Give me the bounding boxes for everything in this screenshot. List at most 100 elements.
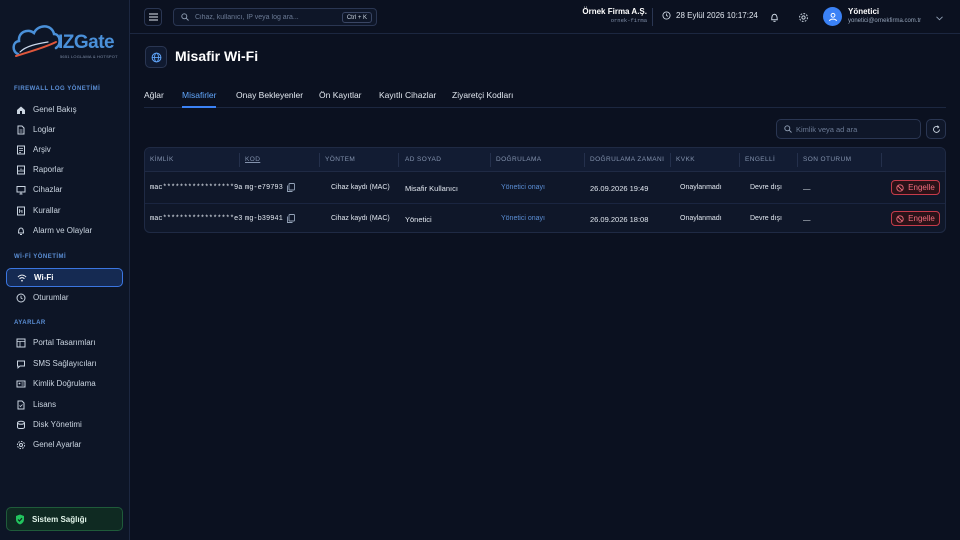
column-header-ad-soyad: AD SOYAD [405, 156, 442, 163]
user-menu-chevron[interactable] [936, 13, 943, 23]
sidebar-item-raporlar[interactable]: Raporlar [6, 160, 123, 179]
cell-ad-soyad: Yönetici [405, 215, 432, 224]
user-email: yonetici@ornekfirma.com.tr [848, 18, 922, 24]
sidebar-item-label: Arşiv [33, 145, 51, 154]
cell-dogrulama: Yönetici onayı [501, 215, 545, 222]
sidebar: IZGate 5651 LOGLAMA & HOTSPOT FIREWALL L… [0, 0, 130, 540]
column-separator [739, 153, 740, 167]
license-icon [16, 400, 26, 410]
block-button-label: Engelle [908, 183, 935, 192]
globe-icon [151, 52, 161, 62]
clock-icon [16, 293, 26, 303]
column-separator [670, 153, 671, 167]
tab-kayitli-cihazlar[interactable]: Kayıtlı Cihazlar [379, 90, 436, 108]
system-health-label: Sistem Sağlığı [32, 514, 87, 524]
tab-on-kayitlar[interactable]: Ön Kayıtlar [319, 90, 362, 108]
column-header-kimlik: KİMLİK [150, 156, 174, 163]
system-health-button[interactable]: Sistem Sağlığı [6, 507, 123, 531]
datetime-display: 28 Eylül 2026 10:17:24 [662, 11, 758, 20]
sidebar-item-arsiv[interactable]: Arşiv [6, 140, 123, 159]
guests-table: KİMLİK KOD YÖNTEM AD SOYAD DOĞRULAMA DOĞ… [144, 147, 946, 233]
company-switcher[interactable]: Örnek Firma A.Ş. ornek-firma [575, 7, 647, 24]
search-shortcut-badge: Ctrl + K [341, 12, 372, 23]
sidebar-item-label: Disk Yönetimi [33, 420, 82, 429]
ban-icon [896, 183, 904, 192]
sidebar-item-cihazlar[interactable]: Cihazlar [6, 180, 123, 199]
bell-icon [16, 226, 26, 236]
logo-text: IZGate [58, 32, 115, 53]
copy-icon [287, 214, 295, 223]
sidebar-item-lisans[interactable]: Lisans [6, 395, 123, 414]
column-header-kod[interactable]: KOD [245, 156, 260, 163]
sidebar-item-portal-tasarimlari[interactable]: Portal Tasarımları [6, 333, 123, 352]
column-header-son-oturum: SON OTURUM [803, 156, 852, 163]
sidebar-item-wifi[interactable]: Wi-Fi [6, 268, 123, 287]
user-menu[interactable]: Yönetici yonetici@ornekfirma.com.tr [848, 7, 921, 24]
column-separator [584, 153, 585, 167]
guest-search-input[interactable] [796, 124, 916, 134]
block-button[interactable]: Engelle [891, 211, 940, 226]
shield-check-icon [15, 514, 25, 525]
sidebar-item-label: Genel Ayarlar [33, 440, 82, 449]
tab-ziyaretci-kodlari[interactable]: Ziyaretçi Kodları [452, 90, 513, 108]
sidebar-item-label: Cihazlar [33, 185, 63, 194]
sidebar-item-oturumlar[interactable]: Oturumlar [6, 288, 123, 307]
disk-icon [16, 420, 26, 430]
global-search[interactable]: Ctrl + K [173, 8, 377, 26]
guest-search[interactable] [776, 119, 921, 139]
refresh-button[interactable] [926, 119, 946, 139]
logo[interactable]: IZGate 5651 LOGLAMA & HOTSPOT [10, 12, 122, 68]
sidebar-item-alarm-ve-olaylar[interactable]: Alarm ve Olaylar [6, 221, 123, 240]
tab-aglar[interactable]: Ağlar [144, 90, 164, 108]
sidebar-item-label: SMS Sağlayıcıları [33, 359, 97, 368]
copy-code-button[interactable] [287, 183, 295, 194]
section-title-firewall: FIREWALL LOG YÖNETİMİ [14, 86, 101, 92]
user-icon [828, 12, 837, 21]
cell-yontem: Cihaz kaydı (MAC) [331, 215, 390, 222]
home-icon [16, 105, 26, 115]
table-row: mac*****************e3 mg-b39941 Cihaz k… [145, 204, 945, 232]
copy-icon [287, 183, 295, 192]
sidebar-item-label: Kurallar [33, 206, 61, 215]
sidebar-item-kimlik-dogrulama[interactable]: Kimlik Doğrulama [6, 374, 123, 393]
search-icon [784, 125, 792, 133]
sidebar-item-kurallar[interactable]: Kurallar [6, 201, 123, 220]
table-row: mac*****************9a mg-e79793 Cihaz k… [145, 173, 945, 204]
cell-dogrulama: Yönetici onayı [501, 184, 545, 191]
topbar: Ctrl + K Örnek Firma A.Ş. ornek-firma 28… [130, 0, 960, 34]
bell-icon [770, 13, 778, 22]
notifications-button[interactable] [768, 11, 780, 23]
copy-code-button[interactable] [287, 214, 295, 225]
cell-ad-soyad: Misafir Kullanıcı [405, 184, 458, 193]
company-code: ornek-firma [610, 17, 647, 24]
cell-son-oturum: — [803, 184, 811, 193]
global-search-input[interactable] [195, 13, 345, 21]
sidebar-item-loglar[interactable]: Loglar [6, 120, 123, 139]
chat-icon [16, 359, 26, 369]
gear-icon [798, 12, 808, 22]
rules-icon [16, 206, 26, 216]
sidebar-item-sms-saglayicilari[interactable]: SMS Sağlayıcıları [6, 354, 123, 373]
tab-onay-bekleyenler[interactable]: Onay Bekleyenler [236, 90, 303, 108]
column-header-kvkk: KVKK [676, 156, 695, 163]
column-header-yontem: YÖNTEM [325, 156, 356, 163]
avatar[interactable] [823, 7, 842, 26]
menu-toggle-button[interactable] [144, 8, 162, 26]
sidebar-item-genel-bakis[interactable]: Genel Bakış [6, 100, 123, 119]
block-button[interactable]: Engelle [891, 180, 940, 195]
cell-engelli: Devre dışı [750, 184, 782, 191]
sidebar-item-label: Alarm ve Olaylar [33, 226, 93, 235]
sidebar-item-label: Lisans [33, 400, 57, 409]
company-name: Örnek Firma A.Ş. [582, 7, 647, 16]
block-button-label: Engelle [908, 214, 935, 223]
tab-misafirler[interactable]: Misafirler [182, 90, 217, 108]
cell-kvkk: Onaylanmadı [680, 184, 722, 191]
layout-icon [16, 338, 26, 348]
sidebar-item-genel-ayarlar[interactable]: Genel Ayarlar [6, 435, 123, 454]
sidebar-item-disk-yonetimi[interactable]: Disk Yönetimi [6, 415, 123, 434]
topbar-divider [652, 8, 653, 26]
column-separator [398, 153, 399, 167]
tab-bar: Ağlar Misafirler Onay Bekleyenler Ön Kay… [144, 88, 946, 108]
settings-button[interactable] [797, 11, 809, 23]
sidebar-item-label: Oturumlar [33, 293, 69, 302]
